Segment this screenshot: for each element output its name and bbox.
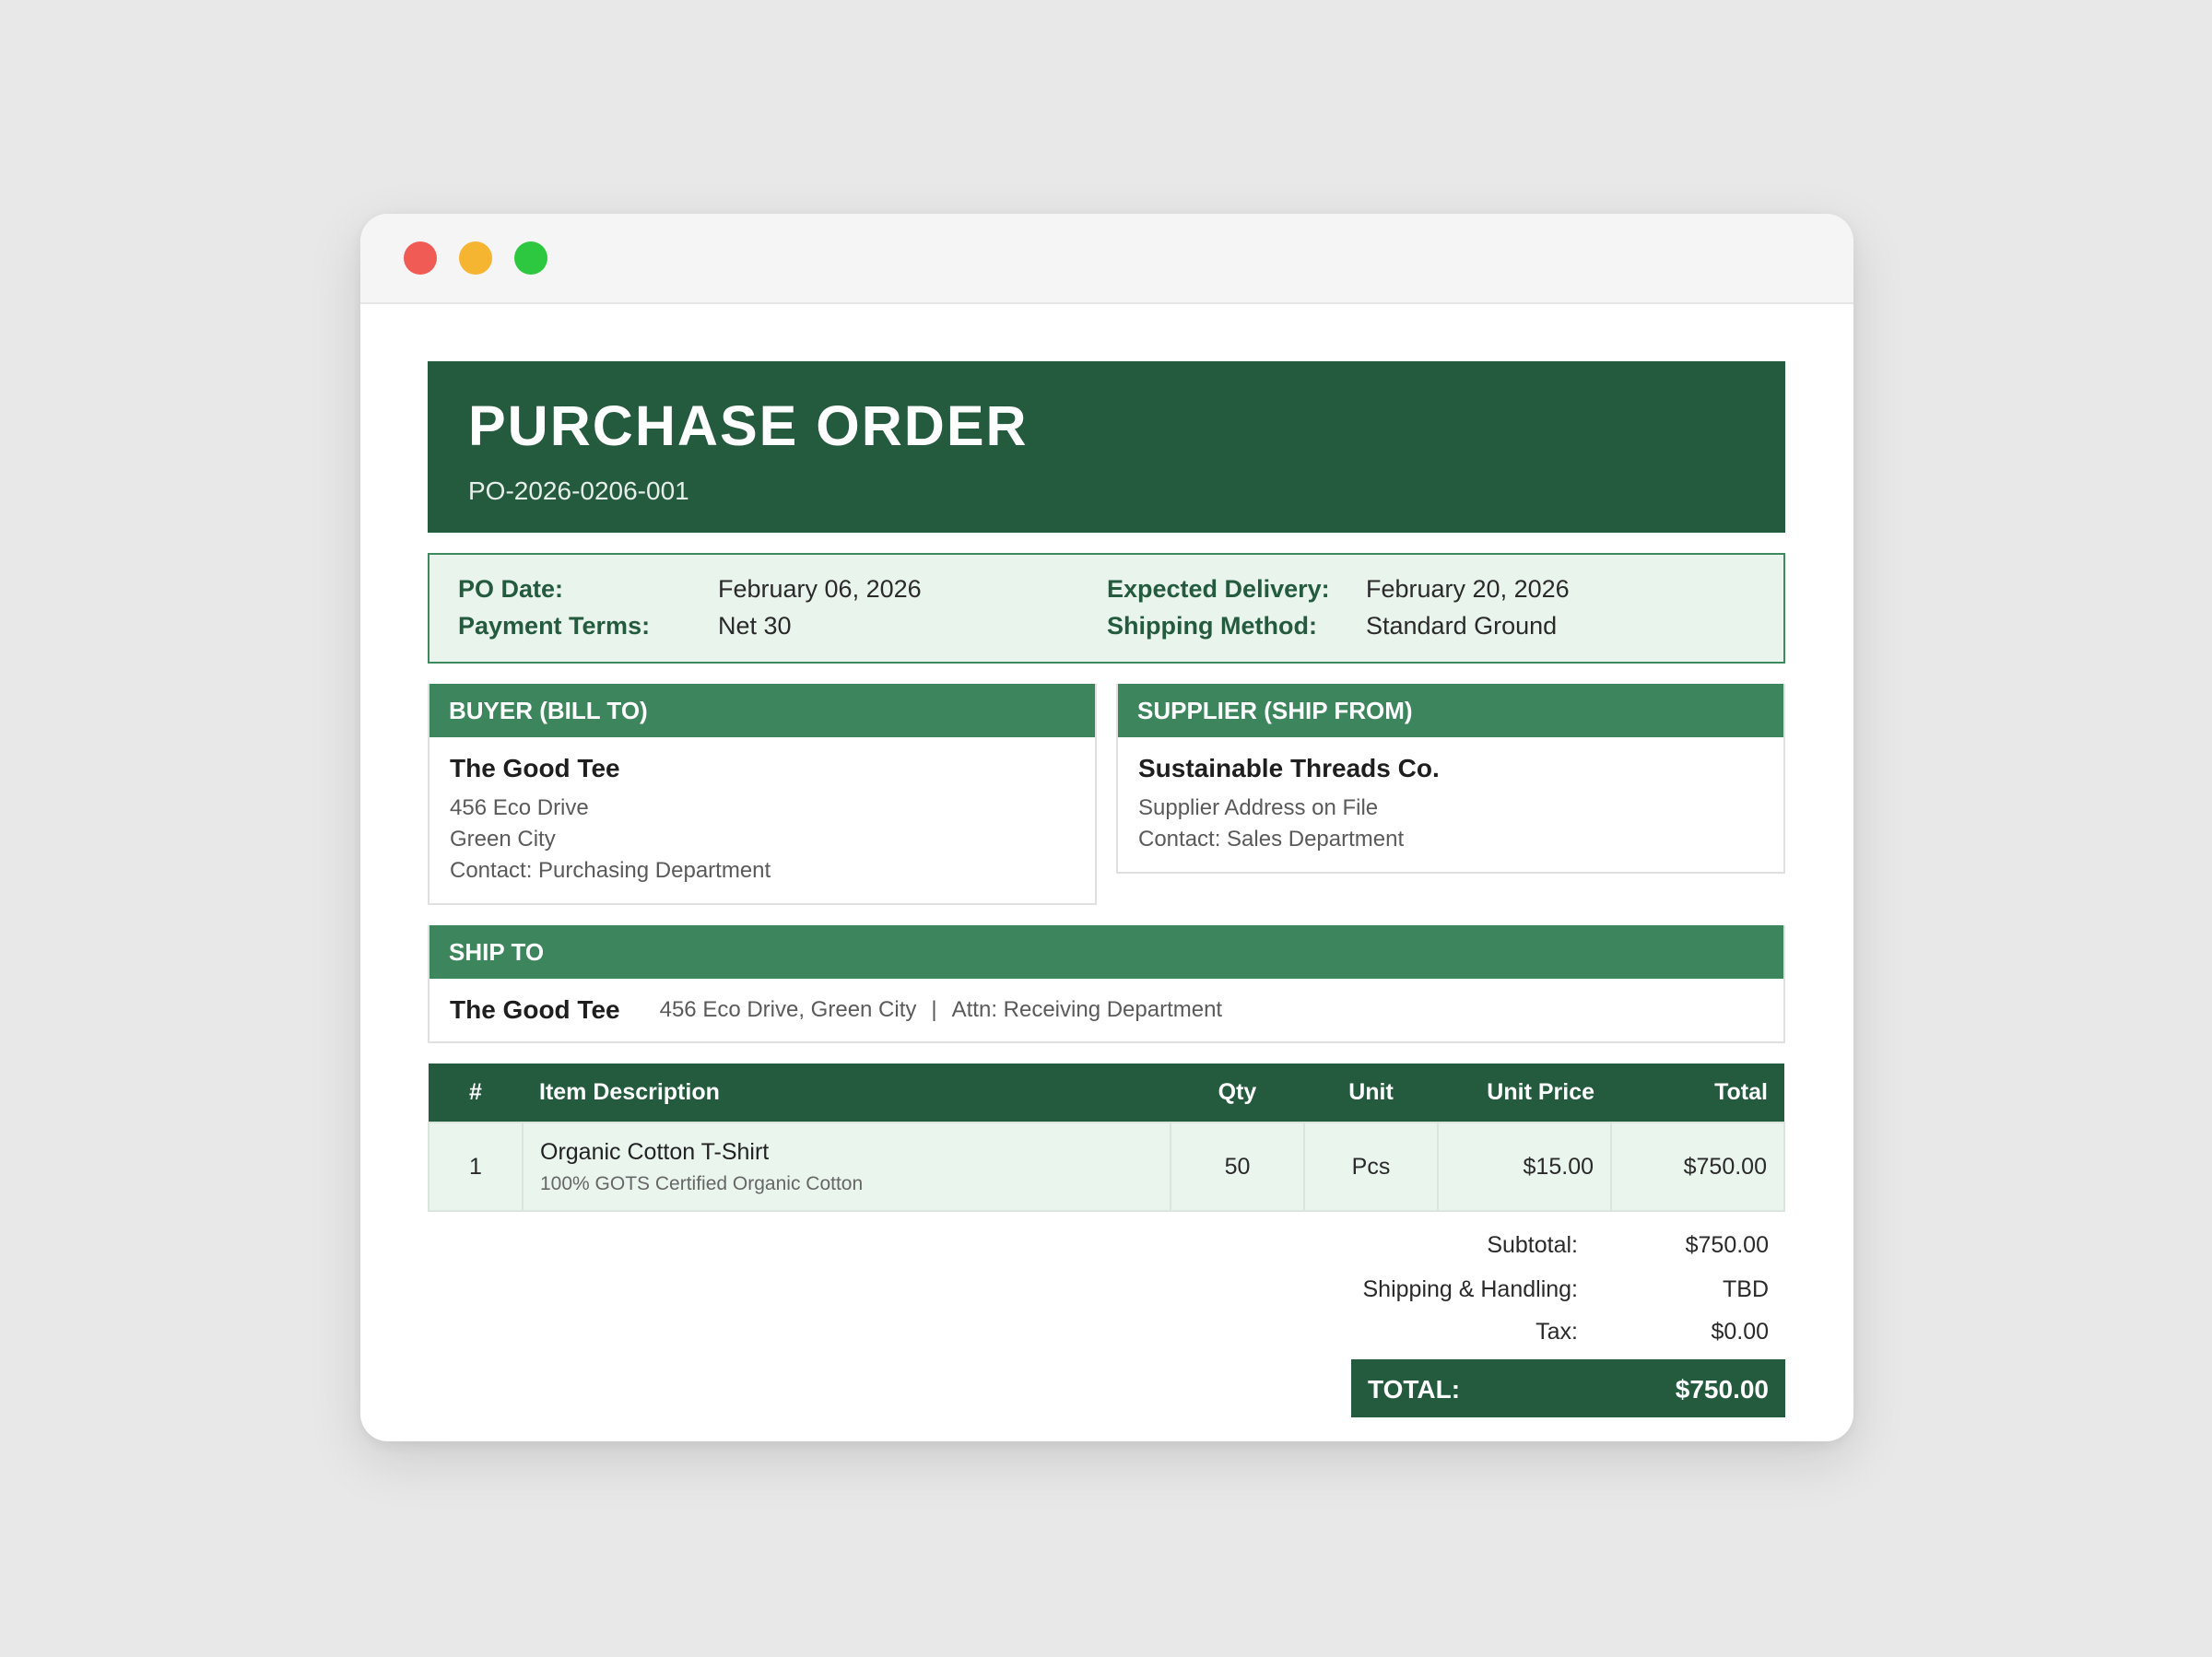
buyer-heading: BUYER (BILL TO)	[429, 684, 1095, 737]
po-date-value: February 06, 2026	[718, 575, 922, 603]
minimize-window-button[interactable]	[459, 241, 492, 275]
col-header-number: #	[429, 1064, 523, 1122]
ship-to-heading: SHIP TO	[429, 925, 1783, 979]
document-title: PURCHASE ORDER	[468, 394, 1029, 457]
payment-terms-label: Payment Terms:	[458, 612, 651, 640]
ship-to-address: 456 Eco Drive, Green City	[659, 997, 917, 1022]
buyer-card: BUYER (BILL TO) The Good Tee 456 Eco Dri…	[428, 684, 1097, 905]
row-description-cell: Organic Cotton T-Shirt 100% GOTS Certifi…	[522, 1122, 1171, 1212]
supplier-heading: SUPPLIER (SHIP FROM)	[1118, 684, 1783, 737]
po-date-label: PO Date:	[458, 575, 564, 603]
subtotal-label: Subtotal:	[1487, 1232, 1578, 1258]
subtotal-value: $750.00	[1685, 1232, 1769, 1258]
col-header-description: Item Description	[523, 1064, 1171, 1122]
shipping-method-value: Standard Ground	[1366, 612, 1558, 640]
totals-section: Subtotal: $750.00 Shipping & Handling: T…	[428, 1212, 1785, 1417]
line-items-table: # Item Description Qty Unit Unit Price T…	[428, 1064, 1785, 1212]
buyer-contact-line: Contact: Purchasing Department	[450, 858, 771, 883]
parties-section: BUYER (BILL TO) The Good Tee 456 Eco Dri…	[428, 684, 1785, 905]
item-name: Organic Cotton T-Shirt	[540, 1138, 770, 1165]
supplier-contact-line: Contact: Sales Department	[1138, 827, 1405, 852]
expected-delivery-value: February 20, 2026	[1366, 575, 1570, 603]
col-header-unit-price: Unit Price	[1438, 1064, 1611, 1122]
buyer-city-line: Green City	[450, 827, 556, 852]
ship-to-separator: |	[931, 997, 937, 1022]
shipping-handling-value: TBD	[1723, 1276, 1769, 1302]
po-header-banner: PURCHASE ORDER PO-2026-0206-001	[428, 361, 1785, 533]
shipping-handling-label: Shipping & Handling:	[1362, 1276, 1579, 1302]
row-number: 1	[428, 1122, 524, 1212]
row-unit: Pcs	[1303, 1122, 1439, 1212]
buyer-name: The Good Tee	[450, 754, 620, 782]
grand-total-value: $750.00	[1675, 1375, 1769, 1404]
close-window-button[interactable]	[404, 241, 437, 275]
row-qty: 50	[1170, 1122, 1305, 1212]
col-header-unit: Unit	[1304, 1064, 1438, 1122]
ship-to-attn: Attn: Receiving Department	[951, 997, 1223, 1022]
col-header-qty: Qty	[1171, 1064, 1304, 1122]
table-row: 1 Organic Cotton T-Shirt 100% GOTS Certi…	[428, 1122, 1785, 1212]
tax-label: Tax:	[1535, 1319, 1578, 1345]
supplier-card: SUPPLIER (SHIP FROM) Sustainable Threads…	[1116, 684, 1785, 874]
supplier-address-line: Supplier Address on File	[1138, 795, 1379, 820]
po-meta-panel: PO Date: February 06, 2026 Expected Deli…	[428, 553, 1785, 664]
po-number: PO-2026-0206-001	[468, 476, 689, 505]
item-subdescription: 100% GOTS Certified Organic Cotton	[540, 1172, 864, 1194]
document-window: PURCHASE ORDER PO-2026-0206-001 PO Date:…	[360, 214, 1853, 1441]
grand-total-label: TOTAL:	[1368, 1375, 1461, 1404]
expected-delivery-label: Expected Delivery:	[1107, 575, 1330, 603]
window-titlebar	[360, 214, 1853, 304]
row-unit-price: $15.00	[1437, 1122, 1612, 1212]
shipping-method-label: Shipping Method:	[1107, 612, 1317, 640]
buyer-address-line: 456 Eco Drive	[450, 795, 589, 820]
supplier-name: Sustainable Threads Co.	[1138, 754, 1440, 782]
ship-to-name: The Good Tee	[450, 995, 620, 1024]
purchase-order-document: PURCHASE ORDER PO-2026-0206-001 PO Date:…	[428, 361, 1785, 1417]
grand-total-bar: TOTAL: $750.00	[1351, 1359, 1785, 1417]
table-header-row: # Item Description Qty Unit Unit Price T…	[429, 1064, 1784, 1122]
maximize-window-button[interactable]	[514, 241, 547, 275]
col-header-total: Total	[1611, 1064, 1784, 1122]
ship-to-card: SHIP TO The Good Tee 456 Eco Drive, Gree…	[428, 925, 1785, 1043]
row-total: $750.00	[1610, 1122, 1785, 1212]
payment-terms-value: Net 30	[718, 612, 792, 640]
tax-value: $0.00	[1711, 1319, 1769, 1345]
